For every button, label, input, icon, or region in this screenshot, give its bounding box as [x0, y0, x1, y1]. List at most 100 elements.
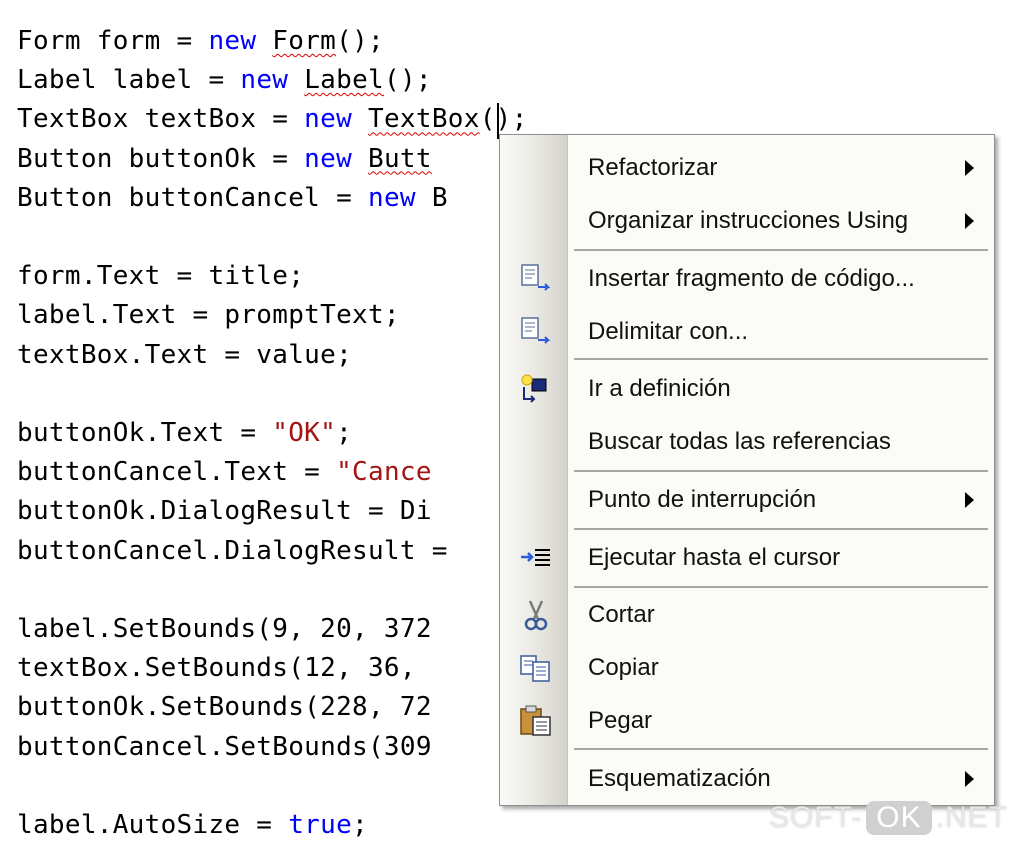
code-text: label.Text = promptText; [17, 300, 400, 331]
menu-separator [574, 528, 988, 530]
code-text: buttonOk.DialogResult = Di [17, 496, 432, 527]
menu-item-label: Refactorizar [588, 154, 718, 181]
menu-item-esquematizacion[interactable]: Esquematización [500, 754, 994, 804]
code-line: label.AutoSize = true; [17, 806, 368, 845]
code-line: buttonCancel.Text = "Cance [17, 453, 432, 492]
menu-separator [574, 748, 988, 750]
menu-item-copiar[interactable]: Copiar [500, 643, 994, 693]
code-line: buttonCancel.DialogResult = [17, 532, 448, 571]
insert-snippet-icon [518, 263, 554, 295]
menu-item-refactorizar[interactable]: Refactorizar [500, 143, 994, 193]
menu-item-organizar-instrucciones-using[interactable]: Organizar instrucciones Using [500, 196, 994, 246]
menu-separator [574, 586, 988, 588]
code-text: buttonCancel.Text = [17, 457, 337, 488]
code-line: Button buttonCancel = new B [17, 179, 448, 218]
copy-icon [518, 652, 554, 684]
code-text: Button buttonCancel = [17, 182, 368, 213]
go-to-definition-icon [518, 373, 554, 405]
cut-icon [518, 599, 554, 631]
menu-item-delimitar-con[interactable]: Delimitar con... [500, 307, 994, 357]
code-text: ; [352, 810, 369, 840]
code-line: label.SetBounds(9, 20, 372 [17, 610, 432, 649]
menu-item-label: Esquematización [588, 765, 771, 792]
menu-item-label: Insertar fragmento de código... [588, 265, 915, 292]
menu-item-label: Copiar [588, 654, 659, 681]
code-text: (); [383, 65, 432, 96]
code-error-token: Label [304, 65, 384, 96]
watermark-right: .NET [935, 801, 1008, 834]
menu-separator [574, 470, 988, 472]
menu-separator [574, 249, 988, 251]
code-line: Button buttonOk = new Butt [17, 140, 432, 179]
submenu-arrow-icon [965, 213, 974, 229]
context-menu: Refactorizar Organizar instrucciones Usin… [499, 134, 995, 806]
menu-item-label: Buscar todas las referencias [588, 428, 891, 455]
code-text: buttonOk.Text = [17, 418, 273, 448]
code-text: buttonOk.SetBounds(228, 72 [17, 692, 432, 723]
code-keyword: new [208, 26, 257, 56]
code-text: B [415, 182, 448, 213]
code-error-token: Butt [368, 143, 432, 174]
menu-item-buscar-todas-las-referencias[interactable]: Buscar todas las referencias [500, 417, 994, 467]
paste-icon [518, 705, 554, 737]
code-keyword: new [304, 143, 353, 174]
watermark-box: OK [866, 801, 932, 835]
code-text: Label label = [17, 65, 241, 96]
code-error-token: TextBox [368, 104, 480, 135]
code-text: Button buttonOk = [17, 143, 305, 174]
code-text: TextBox textBox = [17, 104, 305, 135]
code-line: buttonOk.DialogResult = Di [17, 492, 432, 531]
code-text: (); [479, 104, 528, 135]
submenu-arrow-icon [965, 771, 974, 787]
submenu-arrow-icon [965, 492, 974, 508]
surround-with-icon [518, 316, 554, 348]
code-text: textBox.SetBounds(12, 36, [17, 653, 432, 684]
code-line: form.Text = title; [17, 257, 304, 296]
code-error-token: Form [272, 26, 337, 56]
code-line: Form form = new Form(); [17, 22, 384, 61]
menu-item-label: Organizar instrucciones Using [588, 207, 909, 234]
menu-item-label: Delimitar con... [588, 318, 749, 345]
code-line: buttonOk.SetBounds(228, 72 [17, 688, 432, 727]
code-line: Label label = new Label(); [17, 61, 432, 100]
code-line: buttonCancel.SetBounds(309 [17, 728, 432, 767]
watermark: SOFT- OK .NET [769, 801, 1008, 835]
watermark-left: SOFT- [768, 801, 863, 834]
code-string: "Cance [336, 457, 432, 488]
menu-item-label: Punto de interrupción [588, 486, 817, 513]
menu-item-ejecutar-hasta-el-cursor[interactable]: Ejecutar hasta el cursor [500, 533, 994, 583]
code-line: textBox.SetBounds(12, 36, [17, 649, 432, 688]
menu-item-pegar[interactable]: Pegar [500, 696, 994, 746]
menu-item-punto-de-interrupcion[interactable]: Punto de interrupción [500, 475, 994, 525]
menu-item-ir-a-definicion[interactable]: Ir a definición [500, 364, 994, 414]
code-keyword: new [304, 104, 353, 135]
code-text: label.AutoSize = [17, 810, 289, 840]
menu-item-label: Ejecutar hasta el cursor [588, 544, 841, 571]
menu-item-label: Pegar [588, 707, 653, 734]
menu-item-insertar-fragmento-de-codigo[interactable]: Insertar fragmento de código... [500, 254, 994, 304]
code-line: textBox.Text = value; [17, 336, 352, 375]
code-keyword: new [240, 65, 289, 96]
code-text: buttonCancel.SetBounds(309 [17, 731, 432, 762]
submenu-arrow-icon [965, 160, 974, 176]
menu-separator [574, 358, 988, 360]
code-text: ; [336, 418, 353, 448]
code-keyword: true [288, 810, 353, 840]
code-text: form.Text = title; [17, 261, 305, 292]
code-line: TextBox textBox = new TextBox(); [17, 100, 528, 139]
code-line: label.Text = promptText; [17, 296, 400, 335]
run-to-cursor-icon [518, 542, 554, 574]
code-line: buttonOk.Text = "OK"; [17, 414, 352, 453]
menu-item-label: Ir a definición [588, 375, 731, 402]
code-string: "OK" [272, 418, 337, 448]
code-text: label.SetBounds(9, 20, 372 [17, 614, 432, 644]
code-keyword: new [367, 182, 416, 213]
menu-item-cortar[interactable]: Cortar [500, 590, 994, 640]
code-text: textBox.Text = value; [17, 339, 353, 370]
code-text: buttonCancel.DialogResult = [17, 535, 448, 566]
code-text: (); [336, 26, 384, 56]
